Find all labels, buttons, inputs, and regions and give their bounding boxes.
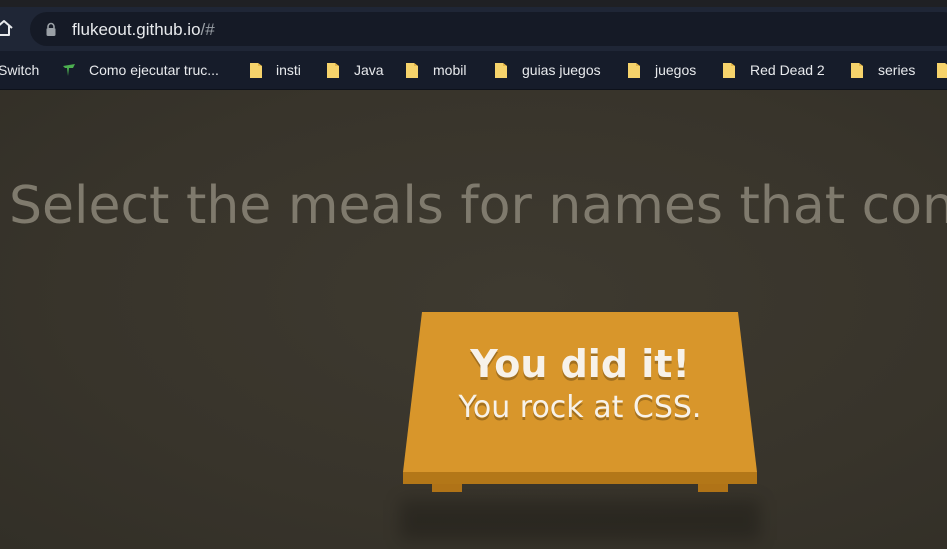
bookmark-label: Java: [354, 62, 384, 78]
win-message: You did it! You rock at CSS.: [402, 342, 758, 425]
url-path: /#: [200, 20, 215, 39]
address-bar-row: flukeout.github.io/#: [0, 7, 947, 51]
site-icon: [63, 64, 75, 76]
folder-icon: [495, 63, 507, 78]
bookmark-label: juegos: [655, 62, 697, 78]
win-table: You did it! You rock at CSS.: [402, 312, 758, 492]
bookmark-label: Red Dead 2: [750, 62, 825, 78]
folder-icon: [406, 63, 418, 78]
address-bar[interactable]: flukeout.github.io/#: [30, 12, 947, 46]
game-page: Select the meals for names that conte Yo…: [0, 90, 947, 549]
bookmark-label: Switch: [0, 62, 40, 78]
level-instruction: Select the meals for names that conte: [9, 176, 947, 236]
folder-icon: [937, 63, 947, 78]
folder-icon: [628, 63, 640, 78]
bookmark-label: insti: [276, 62, 301, 78]
bookmark-label: Como ejecutar truc...: [89, 62, 219, 78]
lock-icon[interactable]: [44, 22, 58, 37]
win-subtitle: You rock at CSS.: [458, 390, 702, 425]
url-host: flukeout.github.io: [72, 20, 201, 39]
url-text[interactable]: flukeout.github.io/#: [72, 20, 215, 40]
bookmark-label: series: [878, 62, 916, 78]
bookmark-label: guias juegos: [522, 62, 601, 78]
win-title: You did it!: [470, 342, 690, 386]
bookmark-label: mobil: [433, 62, 467, 78]
window-top-edge: [0, 0, 947, 7]
folder-icon: [723, 63, 735, 78]
home-icon[interactable]: [0, 18, 14, 38]
folder-icon: [327, 63, 339, 78]
folder-icon: [851, 63, 863, 78]
bookmarks-bar: Switch Como ejecutar truc... insti Java …: [0, 51, 947, 90]
folder-icon: [250, 63, 262, 78]
table-shadow: [400, 500, 760, 540]
